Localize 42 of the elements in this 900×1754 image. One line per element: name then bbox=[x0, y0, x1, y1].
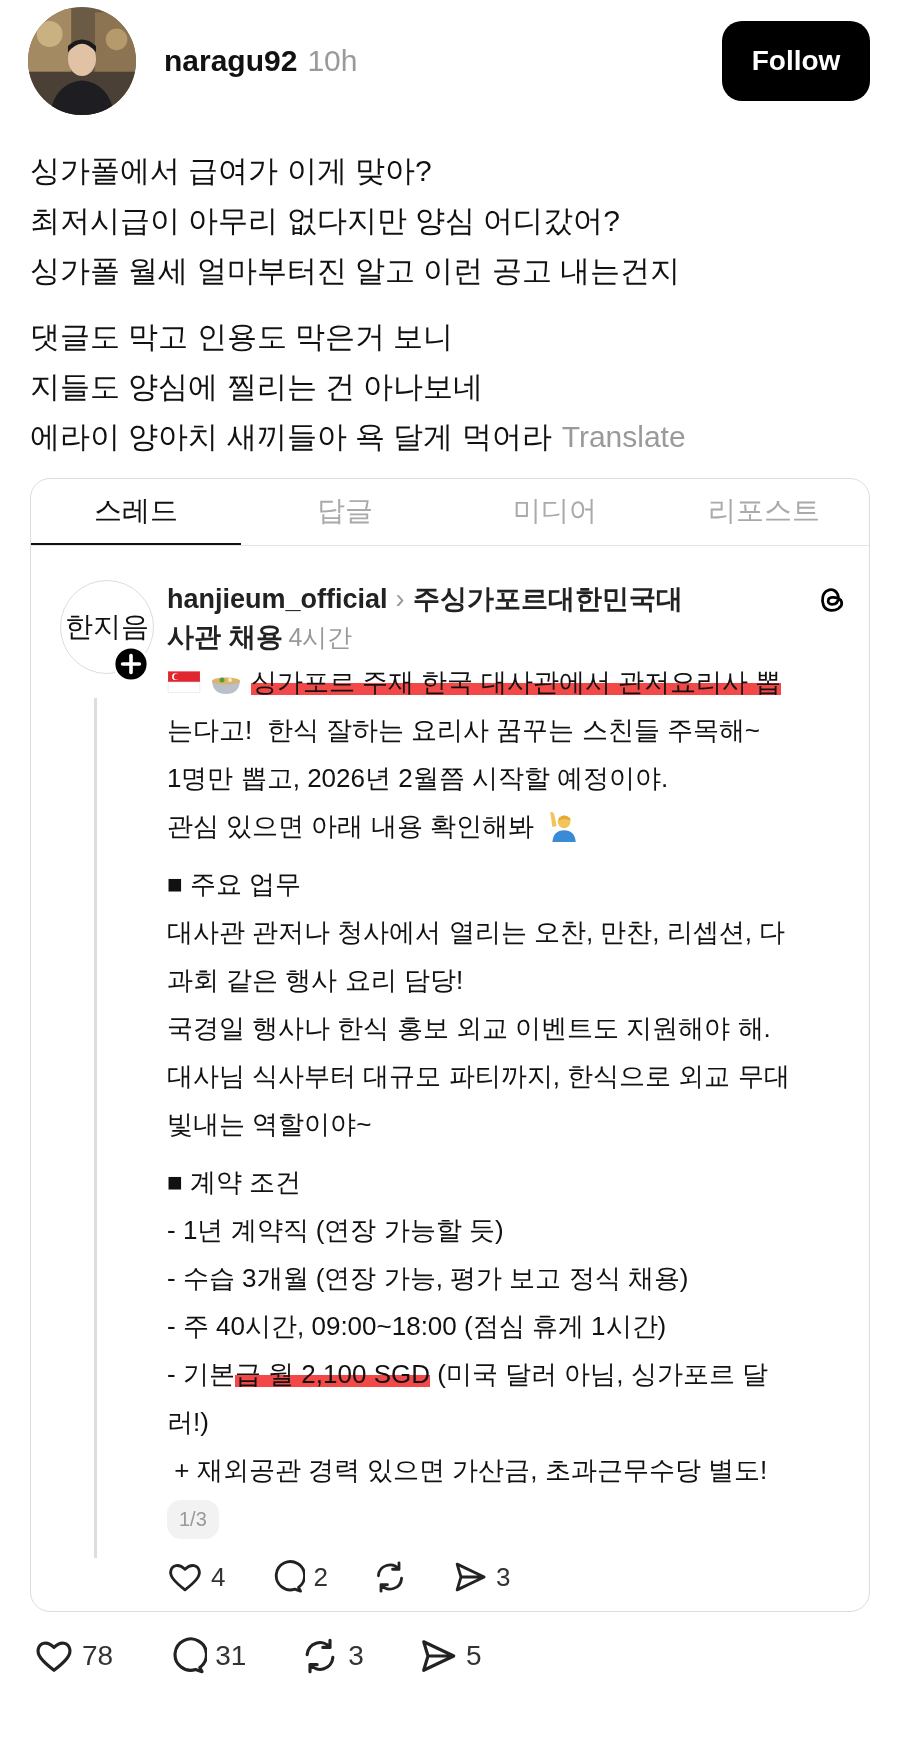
action-count: 3 bbox=[348, 1640, 364, 1672]
action-count: 3 bbox=[495, 1561, 511, 1593]
post-text-line: 댓글도 막고 인용도 막은거 보니 bbox=[30, 320, 454, 353]
topic-separator: › bbox=[395, 584, 405, 614]
post-text: - 기본 bbox=[167, 1358, 235, 1391]
post-text: 러!) bbox=[167, 1406, 209, 1439]
topic-tag[interactable]: 주싱가포르대한민국대 bbox=[412, 584, 683, 614]
follow-button[interactable]: Follow bbox=[722, 21, 870, 101]
topic-tag[interactable]: 사관 채용 bbox=[167, 622, 283, 652]
profile-tab[interactable]: 스레드 bbox=[31, 479, 241, 545]
username[interactable]: hanjieum_official bbox=[167, 584, 388, 614]
page-counter: 1/3 bbox=[167, 1500, 219, 1539]
post-text-line: 싱가폴 월세 얼마부터진 알고 이런 공고 내는건지 bbox=[30, 254, 680, 287]
username[interactable]: naragu92 bbox=[164, 44, 298, 78]
post-text-line: 싱가폴에서 급여가 이게 맞아? bbox=[30, 154, 432, 187]
action-count: 2 bbox=[313, 1561, 328, 1593]
post-text: 1명만 뽑고, 2026년 2월쯤 시작할 예정이야. bbox=[167, 762, 669, 795]
post-text: ■ 계약 조건 bbox=[167, 1166, 302, 1199]
post-text: 국경일 행사나 한식 홍보 외교 이벤트도 지원해야 해. bbox=[167, 1012, 771, 1045]
post-text: (미국 달러 아님, 싱가포르 달 bbox=[436, 1358, 768, 1391]
post-text: 빛내는 역할이야~ bbox=[167, 1108, 372, 1141]
post-text: 는다고! 한식 잘하는 요리사 꿈꾸는 스친들 주목해~ bbox=[167, 714, 760, 747]
post-text: 대사관 관저나 청사에서 열리는 오찬, 만찬, 리셉션, 다 bbox=[167, 916, 786, 949]
post-text: 관심 있으면 아래 내용 확인해봐 bbox=[167, 810, 534, 843]
post-text: ■ 주요 업무 bbox=[167, 868, 302, 901]
post-text: 대사님 식사부터 대규모 파티까지, 한식으로 외교 무대 bbox=[167, 1060, 790, 1093]
action-count: 5 bbox=[465, 1640, 482, 1672]
post-text: - 1년 계약직 (연장 가능할 듯) bbox=[167, 1214, 504, 1247]
post-text: - 수습 3개월 (연장 가능, 평가 보고 정식 채용) bbox=[167, 1262, 689, 1295]
plus-icon[interactable] bbox=[113, 646, 149, 682]
action-count: 31 bbox=[215, 1640, 247, 1672]
post-text-line: 최저시급이 아무리 없다지만 양심 어디갔어? bbox=[30, 204, 621, 237]
flag-icon bbox=[167, 668, 201, 696]
post-text: - 주 40시간, 09:00~18:00 (점심 휴게 1시간) bbox=[167, 1310, 667, 1343]
post-time: 10h bbox=[307, 44, 358, 78]
post-text: + 재외공관 경력 있으면 가산금, 초과근무수당 별도! bbox=[173, 1454, 768, 1487]
post-text-line: 에라이 양아치 새끼들아 욕 달게 먹어라 bbox=[30, 420, 552, 453]
post-text: 과회 같은 행사 요리 담당! bbox=[167, 964, 464, 997]
action-count: 78 bbox=[82, 1640, 114, 1672]
post-text-line: 지들도 양심에 찔리는 건 아나보네 bbox=[30, 370, 484, 403]
post-time: 4시간 bbox=[288, 623, 353, 651]
action-count: 4 bbox=[211, 1561, 226, 1593]
